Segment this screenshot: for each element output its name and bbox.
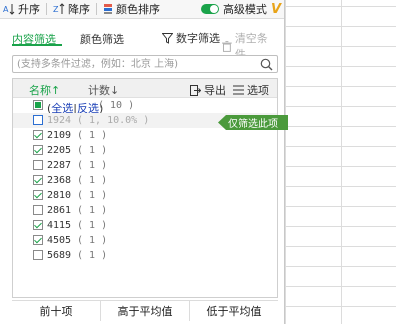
checkmark-icon (33, 235, 43, 245)
item-count: ( 1 ) (77, 175, 108, 186)
empty-checkbox-icon (33, 115, 43, 125)
sort-ascending-icon: A (3, 4, 15, 15)
item-checkbox[interactable] (33, 160, 43, 170)
below-average-button[interactable]: 低于平均值 (190, 301, 278, 321)
sort-descending-icon: Z (53, 3, 65, 14)
search-box (12, 55, 278, 73)
list-item[interactable]: 5689 ( 1 ) (13, 248, 277, 263)
item-checkbox[interactable] (33, 220, 43, 230)
item-value: 2287 (47, 160, 72, 171)
select-all-row: (全选|反选) ( 10 ) (13, 98, 277, 115)
filter-panel: A 升序 Z 降序 颜色排序 高级模式 V 内容筛选 颜色筛选 数字筛选 清空条… (0, 0, 288, 324)
checkmark-icon (33, 145, 43, 155)
list-item[interactable]: 2287 ( 1 ) (13, 158, 277, 173)
item-checkbox[interactable] (33, 115, 43, 125)
list-item[interactable]: 4115 ( 1 ) (13, 218, 277, 233)
svg-text:Z: Z (53, 5, 59, 14)
item-checkbox[interactable] (33, 130, 43, 140)
only-filter-this-button[interactable]: 仅筛选此项 (218, 115, 288, 130)
sort-ascending-button[interactable]: A 升序 (0, 0, 43, 18)
top-ten-button[interactable]: 前十项 (12, 301, 101, 321)
item-count: ( 1 ) (77, 235, 108, 246)
item-count: ( 1 ) (77, 145, 108, 156)
number-filter-button[interactable]: 数字筛选 (162, 30, 220, 46)
export-icon (190, 84, 201, 96)
item-count: ( 1 ) (77, 190, 108, 201)
toggle-switch-icon (200, 4, 219, 14)
item-value: 2109 (47, 130, 72, 141)
funnel-icon (162, 32, 173, 44)
value-list: 名称↑ 计数↓ 导出 选项 (全选|反选) (10) 1924 (1, 1… (12, 78, 288, 298)
item-checkbox[interactable] (33, 190, 43, 200)
color-sort-button[interactable]: 颜色排序 (100, 0, 163, 18)
above-average-button[interactable]: 高于平均值 (101, 301, 190, 321)
list-item[interactable]: 2109 ( 1 ) (13, 128, 277, 143)
sort-toolbar: A 升序 Z 降序 颜色排序 高级模式 V (0, 0, 284, 19)
item-value: 1924 (47, 115, 72, 126)
footer-bar: 前十项 高于平均值 低于平均值 (12, 300, 278, 321)
spreadsheet-grid[interactable] (285, 0, 396, 324)
advanced-mode-toggle[interactable]: 高级模式 V (198, 0, 284, 18)
item-count: ( 1 ) (77, 250, 108, 261)
list-item[interactable]: 4505 ( 1 ) (13, 233, 277, 248)
advanced-mode-label: 高级模式 (222, 3, 267, 16)
options-label: 选项 (247, 84, 269, 97)
item-value: 2810 (47, 190, 72, 201)
empty-checkbox-icon (33, 250, 43, 260)
empty-checkbox-icon (33, 205, 43, 215)
empty-checkbox-icon (33, 160, 43, 170)
svg-text:A: A (3, 5, 9, 14)
item-checkbox[interactable] (33, 205, 43, 215)
partial-check-icon (33, 100, 43, 110)
item-checkbox[interactable] (33, 250, 43, 260)
item-count: ( 1 ) (77, 160, 108, 171)
checkmark-icon (33, 220, 43, 230)
list-item[interactable]: 2368 ( 1 ) (13, 173, 277, 188)
export-label: 导出 (204, 84, 226, 97)
checkmark-icon (33, 190, 43, 200)
sort-ascending-label: 升序 (18, 3, 40, 16)
trash-icon (222, 40, 232, 52)
item-value: 2861 (47, 205, 72, 216)
tab-color-filter[interactable]: 颜色筛选 (80, 31, 124, 47)
toolbar-divider (96, 3, 97, 15)
item-value: 4505 (47, 235, 72, 246)
item-value: 4115 (47, 220, 72, 231)
item-value: 5689 (47, 250, 72, 261)
number-filter-label: 数字筛选 (176, 32, 220, 45)
menu-icon (233, 85, 244, 95)
search-input[interactable] (17, 57, 257, 71)
select-all-checkbox[interactable] (33, 100, 43, 110)
checkmark-icon (33, 175, 43, 185)
sort-by-count-header[interactable]: 计数↓ (88, 82, 119, 98)
search-icon[interactable] (260, 58, 273, 71)
item-checkbox[interactable] (33, 235, 43, 245)
color-sort-label: 颜色排序 (116, 3, 160, 16)
vip-icon: V (270, 1, 281, 17)
item-count: ( 1 ) (77, 130, 108, 141)
sort-descending-label: 降序 (68, 3, 90, 16)
options-button[interactable]: 选项 (233, 82, 269, 98)
checkmark-icon (33, 130, 43, 140)
list-item[interactable]: 2205 ( 1 ) (13, 143, 277, 158)
item-count: ( 1 ) (77, 205, 108, 216)
item-value: 2205 (47, 145, 72, 156)
color-sort-icon (104, 4, 112, 14)
export-button[interactable]: 导出 (190, 82, 226, 98)
item-count: ( 1, 10.0% ) (77, 115, 150, 126)
filter-tabs: 内容筛选 颜色筛选 数字筛选 清空条件 (12, 26, 278, 61)
active-tab-indicator (12, 44, 62, 46)
list-header: 名称↑ 计数↓ 导出 选项 (13, 79, 277, 98)
sort-descending-button[interactable]: Z 降序 (50, 0, 93, 18)
total-count: ( 10 ) (98, 100, 135, 111)
list-item[interactable]: 2810 ( 1 ) (13, 188, 277, 203)
toolbar-divider (46, 3, 47, 15)
item-value: 2368 (47, 175, 72, 186)
list-item[interactable]: 2861 ( 1 ) (13, 203, 277, 218)
item-count: ( 1 ) (77, 220, 108, 231)
item-checkbox[interactable] (33, 145, 43, 155)
item-checkbox[interactable] (33, 175, 43, 185)
sort-by-name-header[interactable]: 名称↑ (29, 82, 60, 98)
